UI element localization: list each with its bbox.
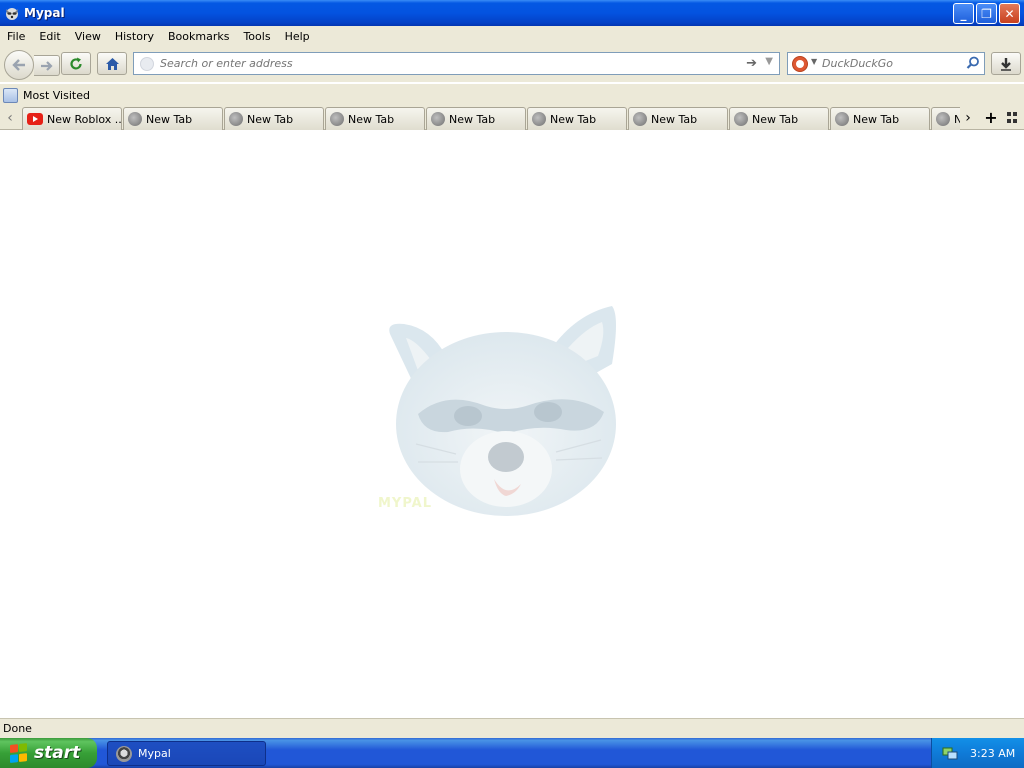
restore-button[interactable]: ❐ [976,3,997,24]
menu-tools[interactable]: Tools [236,30,277,43]
network-icon[interactable] [942,745,958,761]
tab-label: New Tab [853,112,900,126]
youtube-icon [27,113,43,125]
menu-edit[interactable]: Edit [32,30,67,43]
globe-icon [633,112,647,126]
menu-help[interactable]: Help [278,30,317,43]
tab-new-tab[interactable]: New Tab [426,107,526,130]
go-arrow-icon[interactable]: ➔ [746,56,757,71]
duckduckgo-icon[interactable] [792,56,808,72]
chevron-left-icon[interactable]: ‹ [3,110,17,126]
taskbar-item-label: Mypal [138,747,171,760]
engine-dropdown-icon[interactable]: ▼ [811,57,817,66]
clock[interactable]: 3:23 AM [970,747,1015,760]
raccoon-logo-image [389,306,616,516]
globe-icon [835,112,849,126]
reload-button[interactable] [61,52,91,75]
back-button[interactable] [4,50,34,80]
list-all-tabs-icon[interactable] [1007,112,1019,124]
taskbar-item-mypal[interactable]: Mypal [107,741,266,766]
globe-icon [734,112,748,126]
logo-text: MYPAL [378,496,433,511]
tab-new-roblox[interactable]: New Roblox ... [22,107,122,130]
globe-icon [330,112,344,126]
site-identity-icon[interactable] [140,57,154,71]
globe-icon [532,112,546,126]
search-bar[interactable]: ▼ [787,52,985,75]
tab-label: New Tab [449,112,496,126]
bookmark-folder-icon [3,87,18,103]
start-label: start [34,743,81,763]
home-button[interactable] [97,52,127,75]
mypal-raccoon-icon [116,745,132,762]
back-arrow-icon [12,59,25,71]
tab-new-tab[interactable]: New Tab [830,107,930,130]
bookmark-label: Most Visited [23,88,90,102]
chevron-right-icon[interactable]: › [961,110,975,126]
start-button[interactable]: start [0,738,97,768]
mypal-logo: MYPAL [376,294,626,524]
home-icon [105,57,119,70]
tab-label: New Tab [348,112,395,126]
tab-new-tab[interactable]: New Tab [123,107,223,130]
globe-icon [431,112,445,126]
tab-label: New Tab [651,112,698,126]
url-input[interactable] [160,55,720,72]
reload-icon [70,57,82,70]
menu-history[interactable]: History [108,30,161,43]
tab-label: New Tab [247,112,294,126]
windows-logo-icon [10,743,28,763]
globe-icon [936,112,950,126]
globe-icon [229,112,243,126]
system-tray: 3:23 AM [931,738,1024,768]
window-titlebar[interactable]: Mypal _ ❐ ✕ [0,0,1024,26]
forward-button[interactable] [34,55,60,76]
status-text: Done [3,722,32,735]
tab-label: New Tab [550,112,597,126]
downloads-button[interactable] [991,52,1021,75]
tab-bar: ‹ New Roblox ... New Tab New Tab New Tab… [0,106,1024,130]
search-icon[interactable] [966,56,980,70]
menu-bar: File Edit View History Bookmarks Tools H… [0,26,1024,46]
taskbar: start Mypal 3:23 AM [0,738,1024,768]
globe-icon [128,112,142,126]
address-bar[interactable]: ➔ ▼ [133,52,780,75]
page-content: MYPAL [0,131,1024,718]
bookmark-most-visited[interactable]: Most Visited [3,87,90,103]
window-title: Mypal [24,6,65,20]
tab-new-tab[interactable]: New Tab [325,107,425,130]
forward-arrow-icon [40,60,53,71]
tab-label: N [954,113,960,126]
tab-new-tab[interactable]: New Tab [527,107,627,130]
search-input[interactable] [822,55,962,72]
tabs-strip: New Roblox ... New Tab New Tab New Tab N… [22,107,960,130]
menu-view[interactable]: View [68,30,108,43]
minimize-button[interactable]: _ [953,3,974,24]
tab-new-tab[interactable]: New Tab [628,107,728,130]
menu-file[interactable]: File [0,30,32,43]
tab-label: New Tab [146,112,193,126]
mypal-raccoon-icon [6,8,18,20]
bookmarks-toolbar: Most Visited [0,84,1024,106]
status-bar: Done [0,718,1024,738]
menu-bookmarks[interactable]: Bookmarks [161,30,236,43]
tab-new-tab[interactable]: New Tab [224,107,324,130]
new-tab-plus-icon[interactable]: + [984,108,998,127]
url-dropdown-icon[interactable]: ▼ [765,56,773,67]
tab-new-tab[interactable]: New Tab [729,107,829,130]
navigation-toolbar: ➔ ▼ ▼ [0,46,1024,82]
close-button[interactable]: ✕ [999,3,1020,24]
tab-new-tab-partial[interactable]: N [931,107,960,130]
download-arrow-icon [1001,57,1011,71]
tab-label: New Tab [752,112,799,126]
tab-label: New Roblox ... [47,112,121,126]
